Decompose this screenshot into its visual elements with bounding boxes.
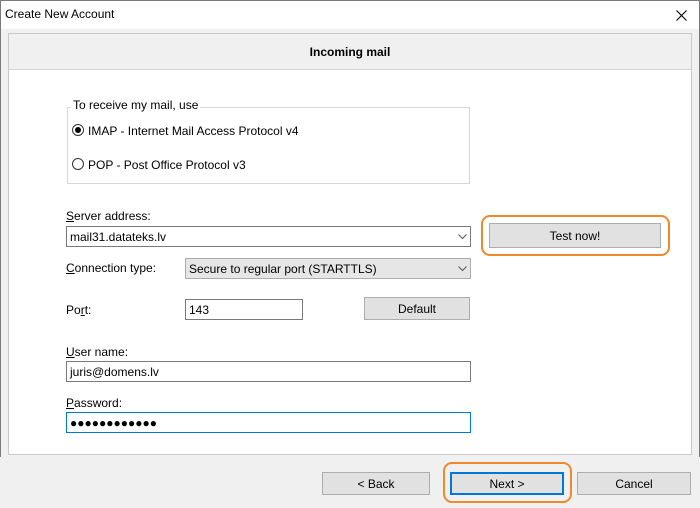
server-address-value: mail31.datateks.lv	[70, 230, 167, 244]
port-input[interactable]: 143	[185, 299, 303, 320]
page-title: Incoming mail	[309, 45, 391, 59]
test-now-button[interactable]: Test now!	[489, 223, 661, 248]
password-input[interactable]: ●●●●●●●●●●●●	[66, 412, 471, 433]
protocol-group-legend: To receive my mail, use	[71, 98, 201, 112]
pop-radio[interactable]	[72, 158, 84, 170]
connection-type-label: Connection type:	[66, 261, 157, 275]
imap-label[interactable]: IMAP - Internet Mail Access Protocol v4	[88, 124, 299, 138]
imap-radio[interactable]	[72, 124, 84, 136]
connection-type-value: Secure to regular port (STARTTLS)	[189, 262, 377, 276]
server-address-combo[interactable]: mail31.datateks.lv	[66, 226, 471, 247]
default-port-button[interactable]: Default	[364, 297, 470, 320]
password-label: Password:	[66, 396, 123, 410]
port-label: Port:	[66, 303, 92, 317]
close-icon	[675, 9, 687, 21]
cancel-button[interactable]: Cancel	[577, 472, 691, 495]
protocol-groupbox	[67, 107, 470, 184]
server-address-label: Server address:	[66, 209, 151, 223]
pop-label[interactable]: POP - Post Office Protocol v3	[88, 158, 246, 172]
username-label: User name:	[66, 345, 129, 359]
page-header: Incoming mail	[9, 34, 691, 70]
back-button[interactable]: < Back	[322, 472, 430, 495]
title-bar: Create New Account	[1, 1, 699, 29]
username-input[interactable]: juris@domens.lv	[66, 361, 471, 382]
next-button[interactable]: Next >	[450, 472, 564, 495]
chevron-down-icon[interactable]	[455, 230, 469, 244]
close-button[interactable]	[663, 2, 699, 28]
window-title: Create New Account	[5, 7, 115, 21]
connection-type-select[interactable]: Secure to regular port (STARTTLS)	[185, 258, 471, 279]
chevron-down-icon[interactable]	[455, 262, 469, 276]
